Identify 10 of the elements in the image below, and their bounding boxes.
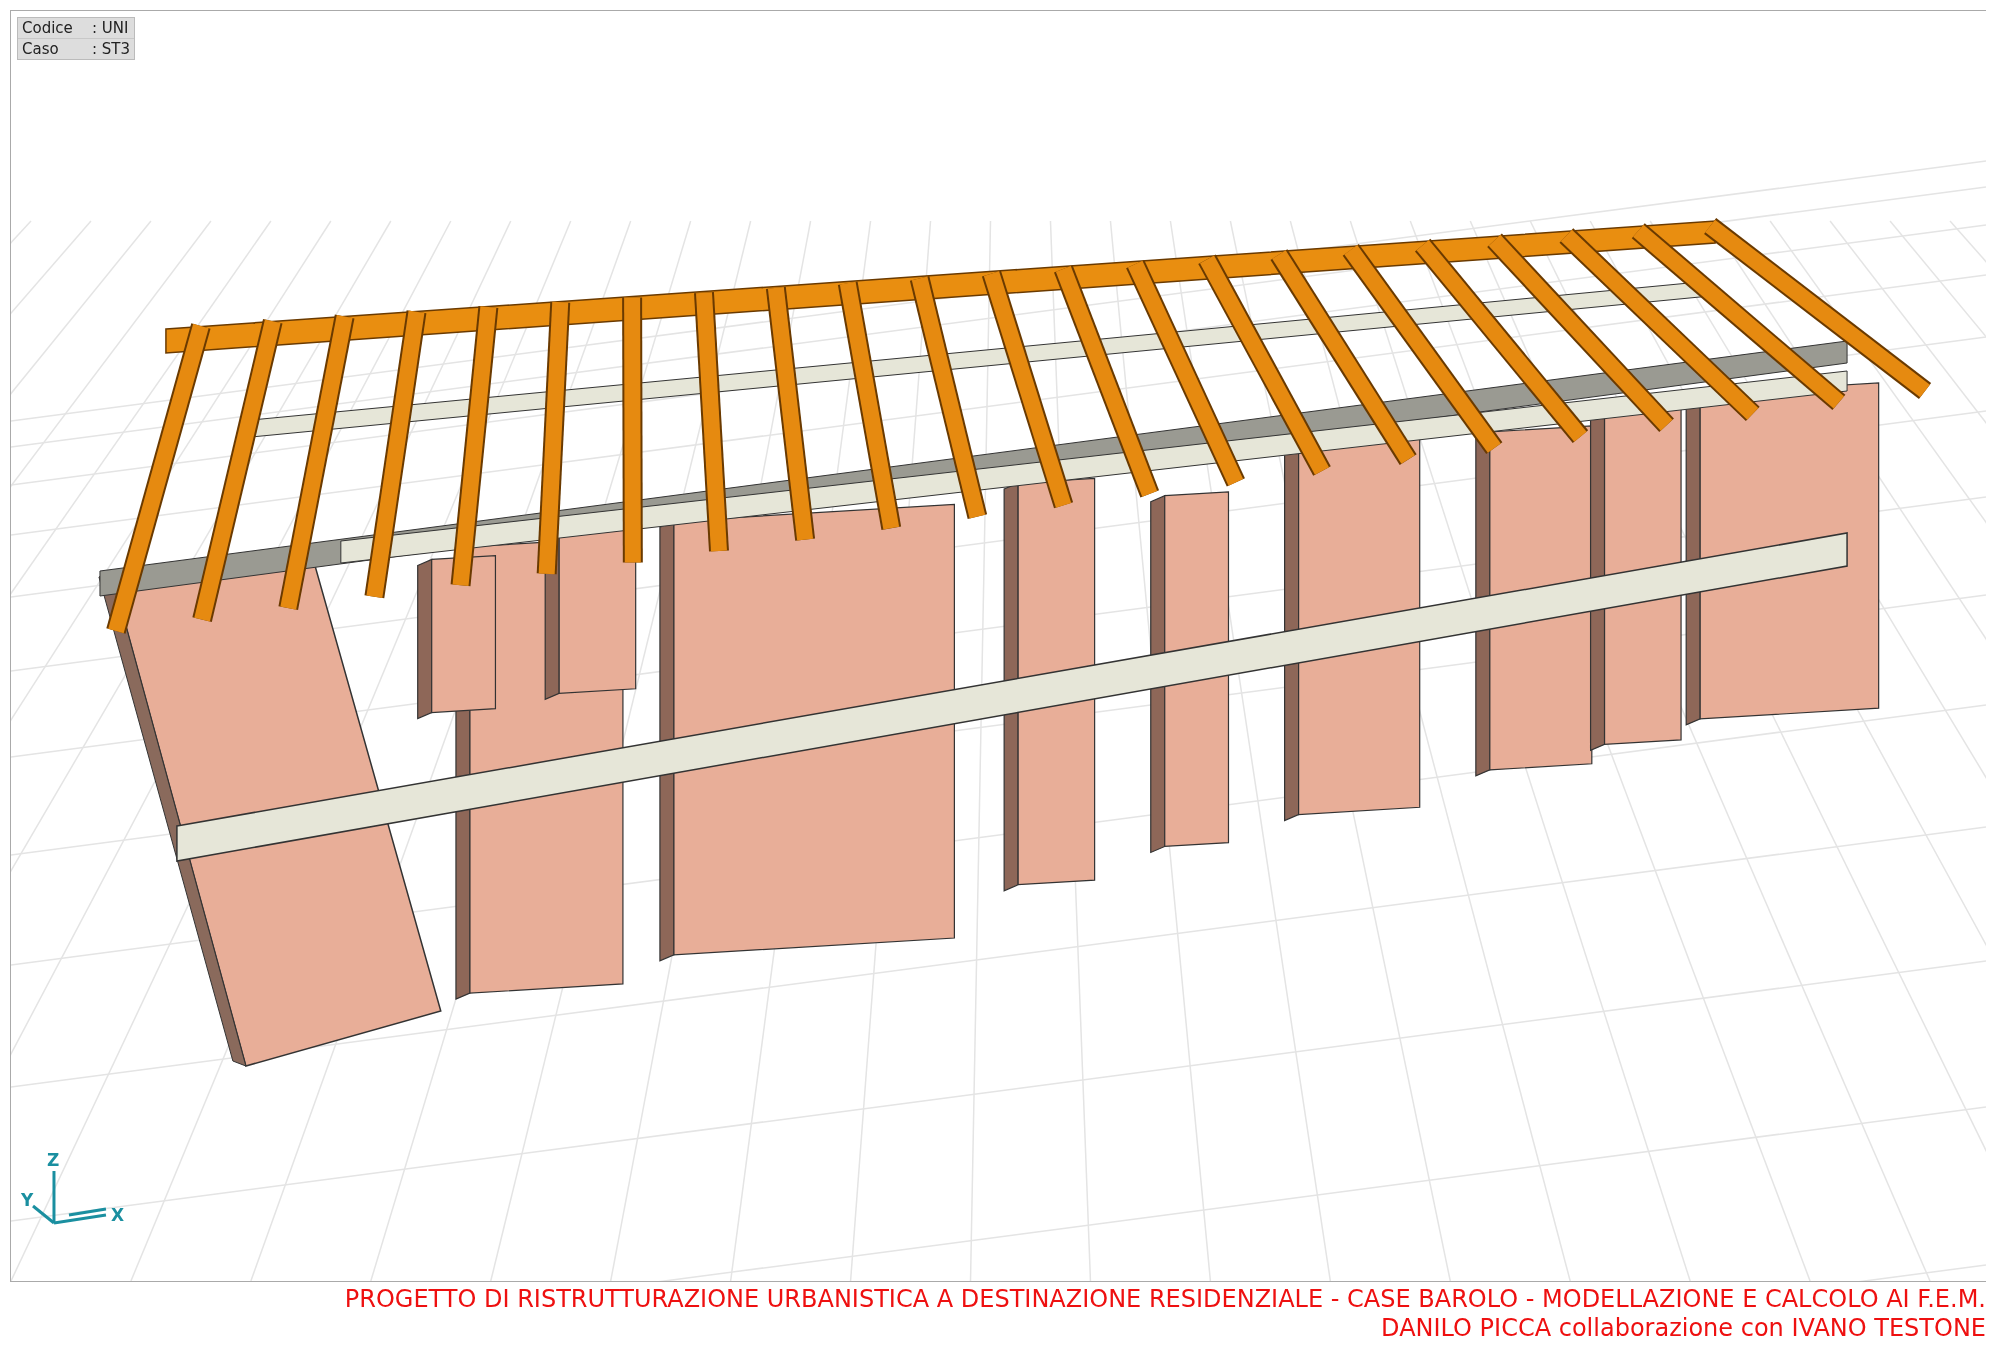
axis-label: Y: [21, 1190, 34, 1210]
axis-label: Z: [47, 1150, 60, 1170]
info-label: Codice: [22, 19, 74, 37]
axis-label: X: [110, 1205, 125, 1225]
footer-text: PROGETTO DI RISTRUTTURAZIONE URBANISTICA A DESTINAZIONE RESIDENZIALE - CASE BAROLO - MODELLAZIONE E CALCOLO AI F.E.M.: [344, 1285, 1986, 1314]
footer-text: DANILO PICCA collaborazione con IVANO TESTONE: [1381, 1314, 1986, 1343]
info-value: : ST3: [92, 40, 131, 58]
axis-triad-icon: [32, 1171, 107, 1225]
info-label: Caso: [22, 40, 60, 58]
info-value: : UNI: [92, 19, 129, 37]
